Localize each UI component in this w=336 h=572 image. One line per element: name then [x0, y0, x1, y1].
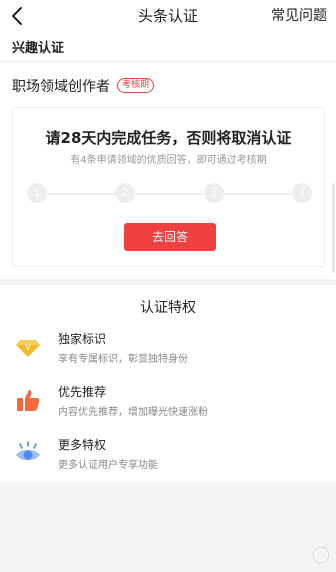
task-heading: 请28天内完成任务，否则将取消认证 [45, 129, 292, 147]
diamond-icon: V [15, 334, 41, 360]
step-connector [47, 193, 115, 195]
task-card: 请28天内完成任务，否则将取消认证 有4条申请领域的优质回答，即可通过考核期 1… [12, 107, 325, 267]
step-1: 1 [27, 183, 47, 203]
section-divider [0, 279, 336, 285]
privilege-name: 更多特权 [58, 438, 107, 452]
go-answer-button[interactable]: 去回答 [124, 223, 216, 251]
domain-creator-label: 职场领域创作者 [12, 79, 110, 95]
empty-area [0, 482, 336, 572]
step-4: 4 [292, 183, 312, 203]
step-3: 3 [204, 183, 224, 203]
task-subtitle: 有4条申请领域的优质回答，即可通过考核期 [70, 155, 267, 166]
interest-certification-label: 兴趣认证 [12, 41, 65, 56]
status-badge: 考核期 [117, 78, 155, 93]
step-connector [224, 193, 292, 195]
privilege-item: 优先推荐 内容优先推荐，增加曝光快速涨粉 [0, 383, 336, 427]
privilege-desc: 内容优先推荐，增加曝光快速涨粉 [58, 407, 208, 418]
eye-icon [15, 440, 41, 466]
watermark [314, 548, 328, 562]
scrollbar[interactable] [332, 183, 335, 273]
progress-steps: 1 2 3 4 [27, 183, 312, 205]
privilege-item: V 独家标识 享有专属标识，彰显独特身份 [0, 330, 336, 374]
thumbs-up-icon [15, 387, 41, 413]
step-connector [135, 193, 203, 195]
privilege-name: 独家标识 [58, 332, 107, 346]
faq-link[interactable]: 常见问题 [271, 5, 327, 25]
privileges-title: 认证特权 [140, 300, 196, 316]
privilege-item: 更多特权 更多认证用户专享功能 [0, 436, 336, 480]
watermark-logo-icon [314, 548, 328, 562]
nav-bar: 头条认证 常见问题 [0, 0, 336, 32]
privilege-name: 优先推荐 [58, 385, 107, 399]
privilege-desc: 享有专属标识，彰显独特身份 [58, 354, 188, 365]
divider [0, 61, 336, 62]
svg-text:V: V [25, 343, 31, 352]
step-2: 2 [115, 183, 135, 203]
privilege-desc: 更多认证用户专享功能 [58, 460, 158, 471]
